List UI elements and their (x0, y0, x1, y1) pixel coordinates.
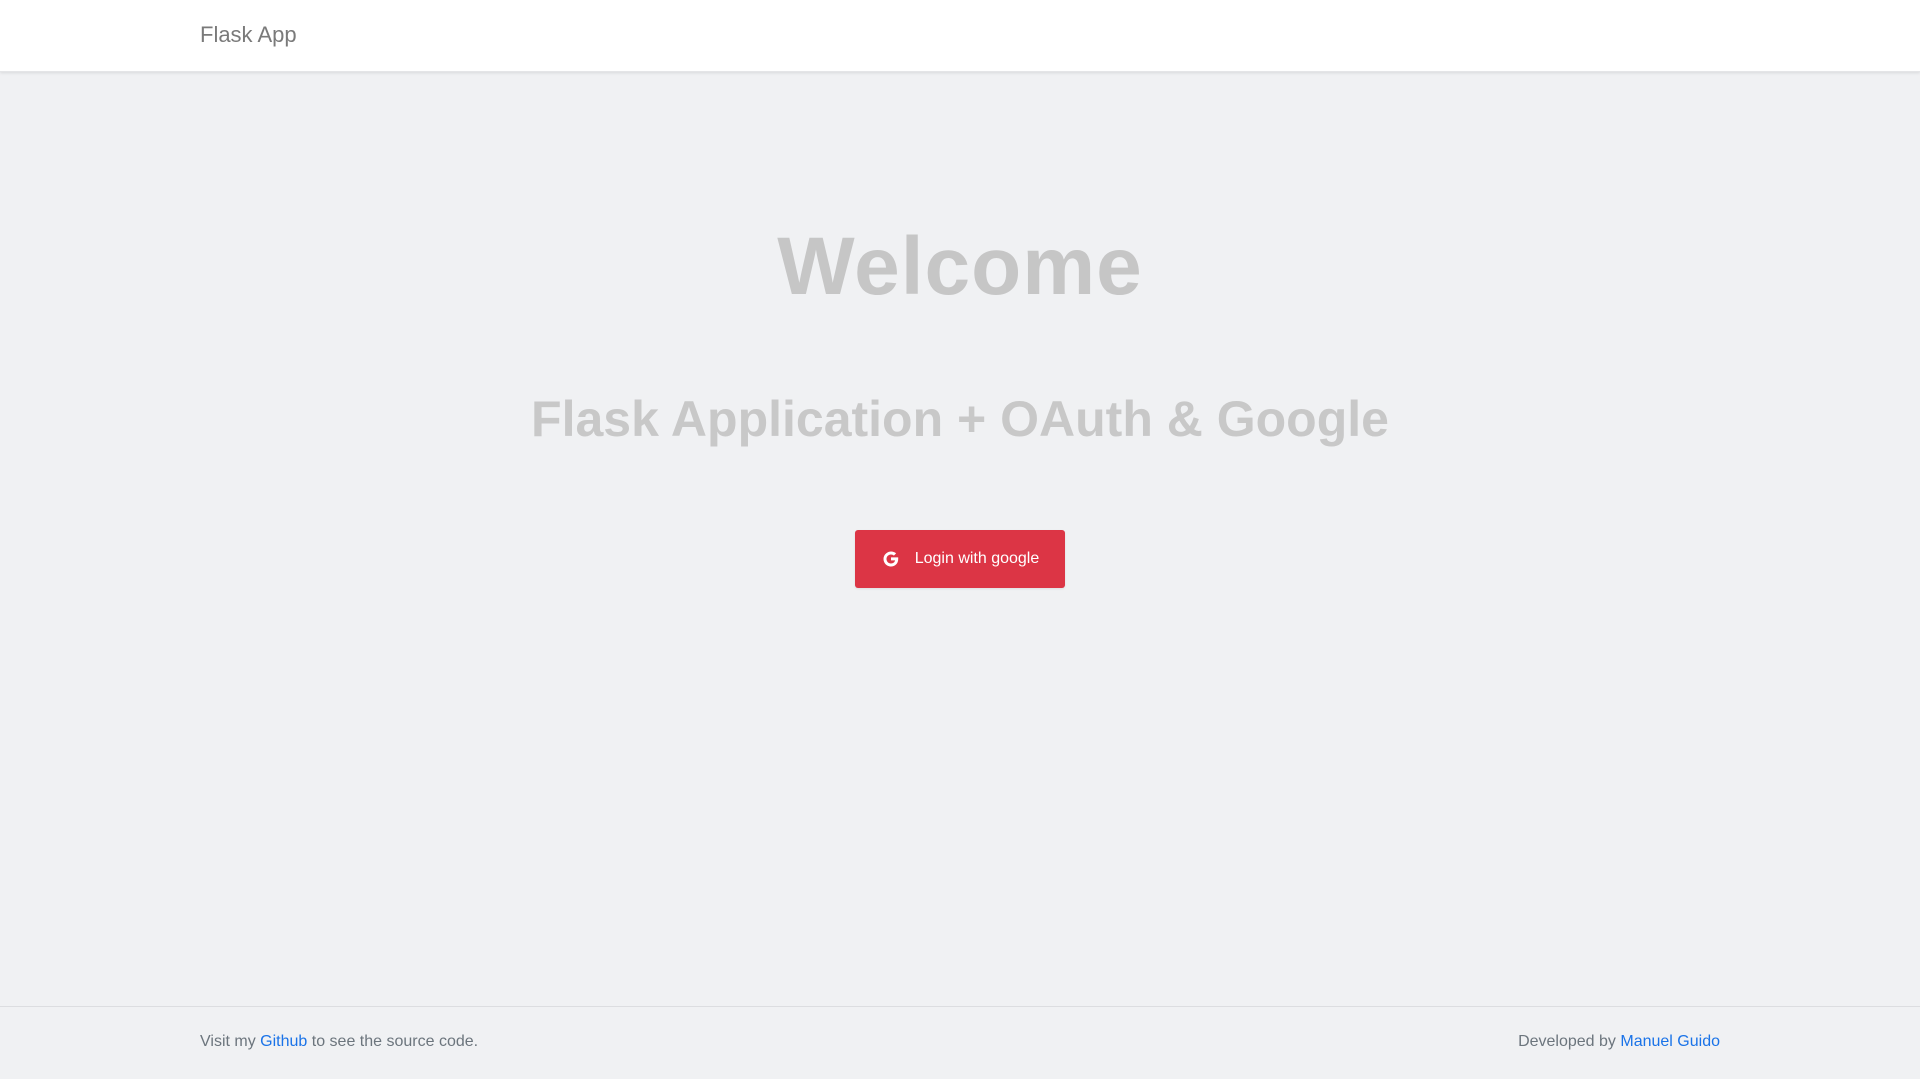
page-footer: Visit my Github to see the source code. … (0, 1006, 1920, 1079)
footer-right-prefix: Developed by (1518, 1033, 1616, 1050)
login-with-google-button[interactable]: Login with google (855, 530, 1065, 588)
hero-section: Welcome Flask Application + OAuth & Goog… (0, 72, 1920, 1006)
footer-source-note: Visit my Github to see the source code. (200, 1033, 478, 1051)
google-icon (881, 549, 901, 569)
page-title: Welcome (777, 221, 1143, 312)
page-subtitle: Flask Application + OAuth & Google (531, 391, 1389, 447)
footer-left-prefix: Visit my (200, 1033, 256, 1050)
github-link[interactable]: Github (260, 1033, 307, 1050)
top-navbar: Flask App (0, 0, 1920, 72)
author-link[interactable]: Manuel Guido (1620, 1033, 1720, 1050)
brand-link[interactable]: Flask App (200, 22, 297, 48)
footer-left-suffix: to see the source code. (311, 1033, 479, 1050)
footer-credit: Developed by Manuel Guido (1518, 1033, 1720, 1051)
login-button-label: Login with google (914, 550, 1040, 567)
